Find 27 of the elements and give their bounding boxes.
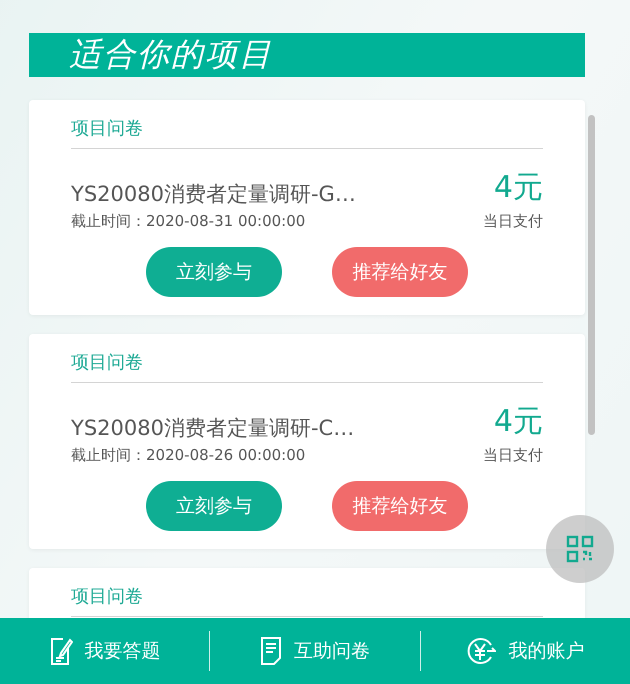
nav-item[interactable]: 我的账户 xyxy=(420,618,630,684)
category-label: 项目问卷 xyxy=(71,350,543,383)
yen-coin-icon xyxy=(466,636,496,666)
nav-label: 我的账户 xyxy=(508,639,584,664)
category-label: 项目问卷 xyxy=(71,584,543,617)
nav-label: 互助问卷 xyxy=(294,639,370,664)
nav-item[interactable]: 我要答题 xyxy=(0,618,210,684)
payment-terms: 当日支付 xyxy=(483,212,543,231)
deadline: 截止时间：2020-08-26 00:00:00 xyxy=(71,446,306,465)
price: 4元 xyxy=(494,403,543,441)
payment-terms: 当日支付 xyxy=(483,446,543,465)
recommend-button[interactable]: 推荐给好友 xyxy=(332,481,468,531)
qr-code-icon xyxy=(566,535,594,563)
document-icon xyxy=(260,636,282,666)
join-button[interactable]: 立刻参与 xyxy=(146,247,282,297)
category-label: 项目问卷 xyxy=(71,116,543,149)
header-title: 适合你的项目 xyxy=(69,34,273,75)
nav-label: 我要答题 xyxy=(84,639,161,664)
recommend-button[interactable]: 推荐给好友 xyxy=(332,247,468,297)
edit-icon xyxy=(48,636,73,666)
join-button[interactable]: 立刻参与 xyxy=(146,481,282,531)
scrollbar[interactable] xyxy=(588,115,595,435)
project-title: YS20080消费者定量调研-C… xyxy=(71,415,354,442)
project-title: YS20080消费者定量调研-G… xyxy=(71,181,356,208)
nav-item[interactable]: 互助问卷 xyxy=(210,618,420,684)
deadline: 截止时间：2020-08-31 00:00:00 xyxy=(71,212,306,231)
price: 4元 xyxy=(494,169,543,207)
